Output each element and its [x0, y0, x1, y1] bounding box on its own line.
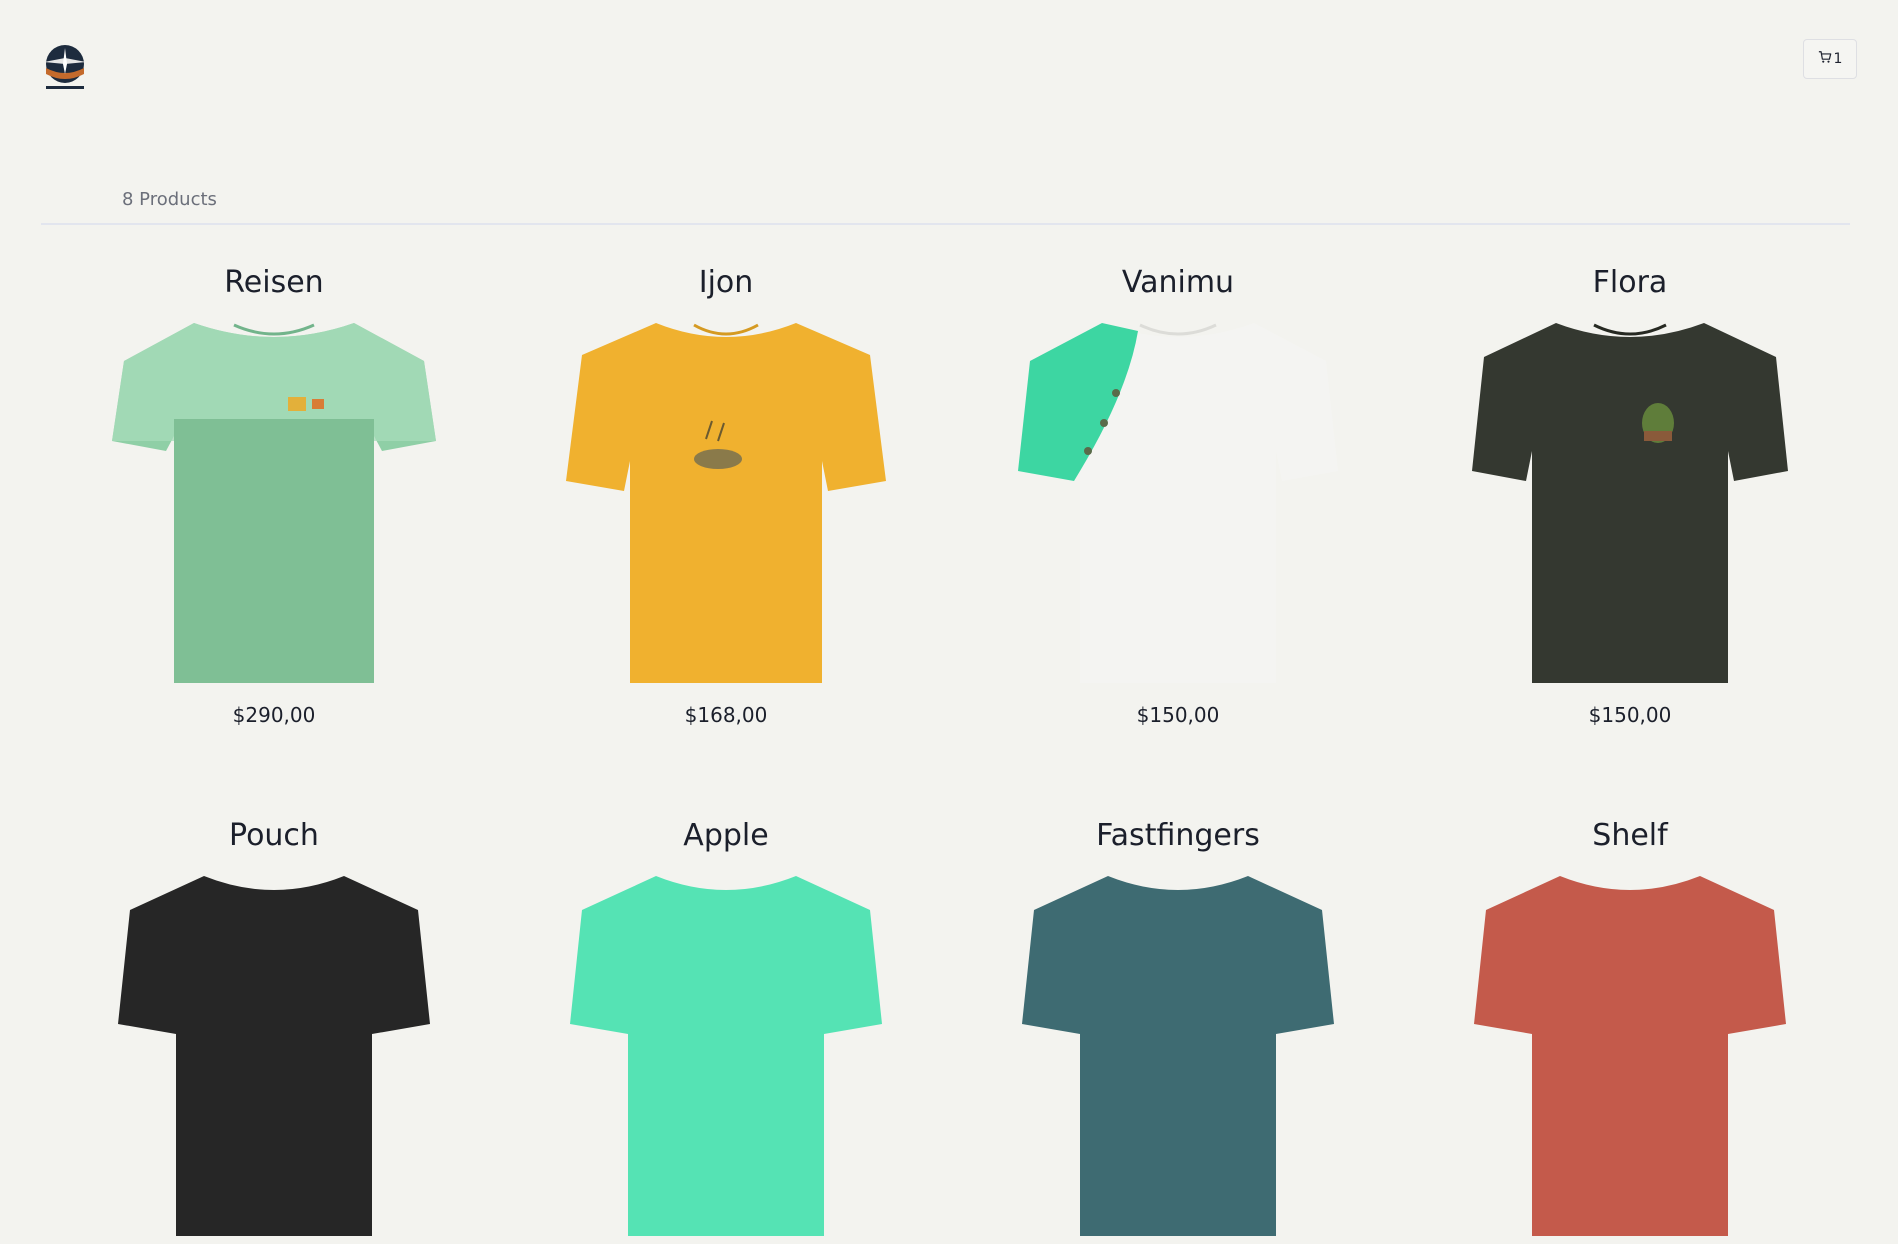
product-title[interactable]: Pouch: [48, 818, 500, 854]
product-card[interactable]: Ijon $168,00: [500, 265, 952, 727]
product-price: $168,00: [684, 703, 768, 727]
product-card[interactable]: Flora $150,00: [1404, 265, 1856, 727]
product-image[interactable]: [556, 864, 896, 1244]
product-image[interactable]: [556, 311, 896, 691]
product-image[interactable]: [1460, 864, 1800, 1244]
product-image[interactable]: [104, 311, 444, 691]
product-title[interactable]: Fastfingers: [952, 818, 1404, 854]
tshirt-shape: [1472, 323, 1788, 683]
product-image[interactable]: [1008, 864, 1348, 1244]
product-title[interactable]: Vanimu: [952, 265, 1404, 301]
product-price: $290,00: [232, 703, 316, 727]
product-price: $150,00: [1136, 703, 1220, 727]
product-card[interactable]: Apple: [500, 818, 952, 1244]
tshirt-shape: [112, 323, 436, 683]
product-card[interactable]: Fastfingers: [952, 818, 1404, 1244]
product-title[interactable]: Shelf: [1404, 818, 1856, 854]
product-card[interactable]: Pouch: [48, 818, 500, 1244]
product-image[interactable]: [1008, 311, 1348, 691]
product-title[interactable]: Flora: [1404, 265, 1856, 301]
product-grid: Reisen $290,00 Ijon $168,00 Vanimu $150,…: [0, 0, 1898, 1236]
product-title[interactable]: Reisen: [48, 265, 500, 301]
product-title[interactable]: Apple: [500, 818, 952, 854]
product-image[interactable]: [1460, 311, 1800, 691]
product-card[interactable]: Vanimu $150,00: [952, 265, 1404, 727]
product-title[interactable]: Ijon: [500, 265, 952, 301]
tshirt-shape: [566, 323, 886, 683]
product-card[interactable]: Reisen $290,00: [48, 265, 500, 727]
tshirt-shape: [1018, 323, 1338, 683]
product-image[interactable]: [104, 864, 444, 1244]
product-price: $150,00: [1588, 703, 1672, 727]
product-card[interactable]: Shelf: [1404, 818, 1856, 1244]
